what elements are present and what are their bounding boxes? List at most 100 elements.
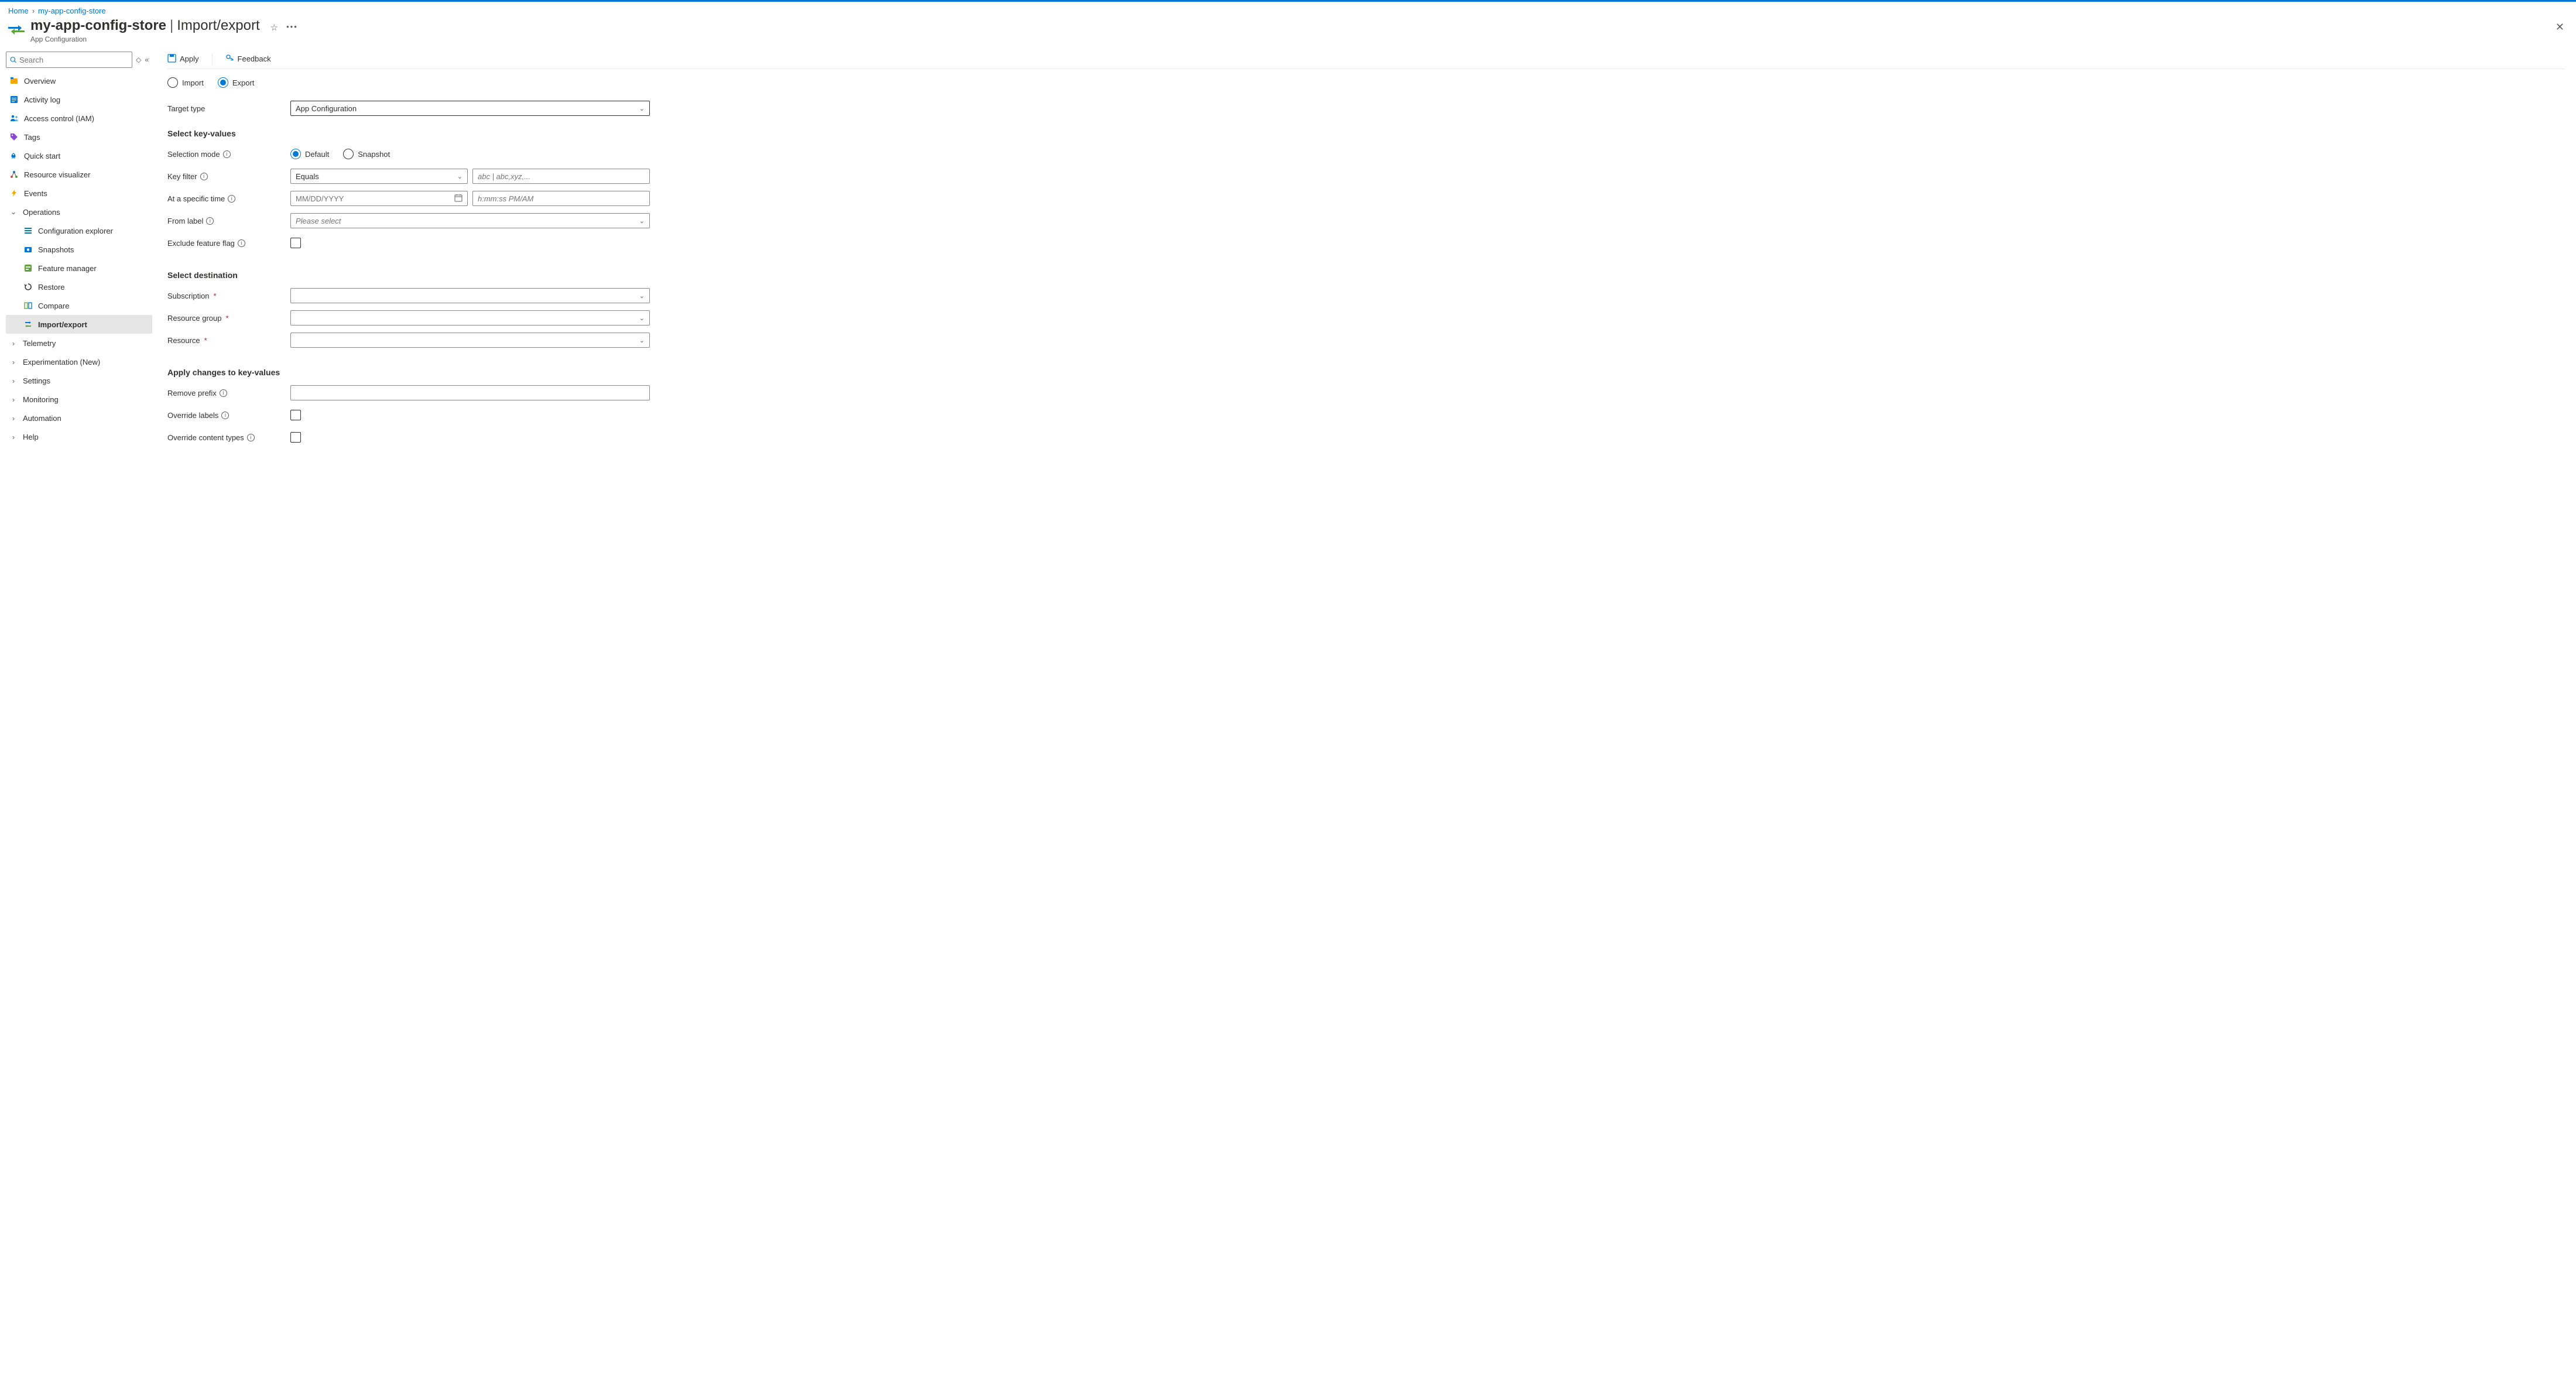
lightning-icon xyxy=(9,189,19,198)
tag-icon xyxy=(9,132,19,142)
rocket-icon xyxy=(9,151,19,160)
info-icon[interactable]: i xyxy=(223,150,231,158)
chevron-right-icon: › xyxy=(9,433,18,441)
override-labels-label: Override labelsi xyxy=(167,411,290,420)
exclude-ff-checkbox[interactable] xyxy=(290,238,301,248)
import-export-icon xyxy=(23,320,33,329)
chevron-right-icon: › xyxy=(9,358,18,366)
feedback-button[interactable]: Feedback xyxy=(225,54,271,64)
chevron-right-icon: › xyxy=(9,339,18,348)
page-header: my-app-config-store | Import/export App … xyxy=(0,18,2576,46)
sidebar-item-activity-log[interactable]: Activity log xyxy=(6,90,152,109)
search-icon xyxy=(10,56,17,64)
chevron-down-icon: ⌄ xyxy=(457,173,463,180)
sidebar-group-monitoring[interactable]: › Monitoring xyxy=(6,390,152,409)
date-input[interactable] xyxy=(290,191,468,206)
info-icon[interactable]: i xyxy=(247,434,255,441)
sidebar-item-config-explorer[interactable]: Configuration explorer xyxy=(6,221,152,240)
sidebar-item-restore[interactable]: Restore xyxy=(6,277,152,296)
visualizer-icon xyxy=(9,170,19,179)
radio-default[interactable]: Default xyxy=(290,149,329,159)
sidebar-group-telemetry[interactable]: › Telemetry xyxy=(6,334,152,352)
sidebar-search[interactable] xyxy=(6,52,132,68)
breadcrumb-store[interactable]: my-app-config-store xyxy=(38,6,106,15)
sidebar-item-overview[interactable]: Overview xyxy=(6,71,152,90)
target-type-label: Target type xyxy=(167,104,290,113)
import-export-mode: Import Export xyxy=(167,77,2564,88)
target-type-select[interactable]: App Configuration ⌄ xyxy=(290,101,650,116)
time-input[interactable] xyxy=(472,191,650,206)
info-icon[interactable]: i xyxy=(200,173,208,180)
main-content: Apply Feedback Import Export Target type xyxy=(152,46,2576,472)
resource-type: App Configuration xyxy=(30,35,260,43)
restore-icon xyxy=(23,282,33,292)
sidebar-group-experimentation[interactable]: › Experimentation (New) xyxy=(6,352,152,371)
feature-flag-icon xyxy=(23,263,33,273)
overview-icon xyxy=(9,76,19,85)
close-blade-icon[interactable]: ✕ xyxy=(2556,21,2564,33)
expand-collapse-icon[interactable]: ◇ xyxy=(136,56,141,64)
info-icon[interactable]: i xyxy=(228,195,235,203)
sidebar-item-import-export[interactable]: Import/export xyxy=(6,315,152,334)
sidebar: ◇ « Overview Activity log Access control… xyxy=(0,46,152,472)
remove-prefix-input[interactable] xyxy=(290,385,650,400)
chevron-down-icon: ⌄ xyxy=(639,337,645,344)
chevron-down-icon: ⌄ xyxy=(9,207,18,217)
radio-export[interactable]: Export xyxy=(218,77,255,88)
chevron-right-icon: › xyxy=(9,376,18,385)
key-filter-input[interactable] xyxy=(472,169,650,184)
collapse-sidebar-icon[interactable]: « xyxy=(145,56,149,64)
chevron-down-icon: ⌄ xyxy=(639,105,645,112)
page-section: Import/export xyxy=(177,18,259,34)
resource-select[interactable]: ⌄ xyxy=(290,333,650,348)
sidebar-item-visualizer[interactable]: Resource visualizer xyxy=(6,165,152,184)
key-filter-select[interactable]: Equals ⌄ xyxy=(290,169,468,184)
exclude-ff-label: Exclude feature flagi xyxy=(167,239,290,248)
radio-import[interactable]: Import xyxy=(167,77,204,88)
chevron-right-icon: › xyxy=(9,395,18,404)
sidebar-group-automation[interactable]: › Automation xyxy=(6,409,152,427)
resource-group-label: Resource group* xyxy=(167,314,290,323)
feedback-icon xyxy=(225,54,234,64)
more-actions-icon[interactable]: ••• xyxy=(286,22,298,33)
radio-snapshot[interactable]: Snapshot xyxy=(343,149,390,159)
search-input[interactable] xyxy=(19,56,128,64)
breadcrumb: Home › my-app-config-store xyxy=(0,2,2576,18)
info-icon[interactable]: i xyxy=(238,239,245,247)
chevron-right-icon: › xyxy=(9,414,18,423)
apply-button[interactable]: Apply xyxy=(167,54,199,64)
favorite-star-icon[interactable]: ☆ xyxy=(270,22,278,33)
section-select-key-values: Select key-values xyxy=(167,129,2564,138)
people-icon xyxy=(9,114,19,123)
sidebar-item-feature-manager[interactable]: Feature manager xyxy=(6,259,152,277)
save-icon xyxy=(167,54,176,64)
override-ct-checkbox[interactable] xyxy=(290,432,301,443)
key-filter-label: Key filteri xyxy=(167,172,290,181)
chevron-down-icon: ⌄ xyxy=(639,217,645,225)
section-select-destination: Select destination xyxy=(167,270,2564,280)
selection-mode-label: Selection modei xyxy=(167,150,290,159)
camera-icon xyxy=(23,245,33,254)
info-icon[interactable]: i xyxy=(220,389,227,397)
subscription-select[interactable]: ⌄ xyxy=(290,288,650,303)
override-labels-checkbox[interactable] xyxy=(290,410,301,420)
info-icon[interactable]: i xyxy=(206,217,214,225)
resource-group-select[interactable]: ⌄ xyxy=(290,310,650,325)
sidebar-group-help[interactable]: › Help xyxy=(6,427,152,446)
sidebar-item-tags[interactable]: Tags xyxy=(6,128,152,146)
sidebar-item-iam[interactable]: Access control (IAM) xyxy=(6,109,152,128)
override-ct-label: Override content typesi xyxy=(167,433,290,442)
sidebar-item-quickstart[interactable]: Quick start xyxy=(6,146,152,165)
command-bar: Apply Feedback xyxy=(167,49,2564,69)
sidebar-item-events[interactable]: Events xyxy=(6,184,152,203)
info-icon[interactable]: i xyxy=(221,412,229,419)
sidebar-group-operations[interactable]: ⌄ Operations xyxy=(6,203,152,221)
sidebar-group-settings[interactable]: › Settings xyxy=(6,371,152,390)
breadcrumb-home[interactable]: Home xyxy=(8,6,29,15)
sidebar-item-compare[interactable]: Compare xyxy=(6,296,152,315)
section-apply-changes: Apply changes to key-values xyxy=(167,368,2564,377)
calendar-icon[interactable] xyxy=(454,194,463,204)
chevron-right-icon: › xyxy=(32,6,35,15)
from-label-select[interactable]: Please select ⌄ xyxy=(290,213,650,228)
sidebar-item-snapshots[interactable]: Snapshots xyxy=(6,240,152,259)
